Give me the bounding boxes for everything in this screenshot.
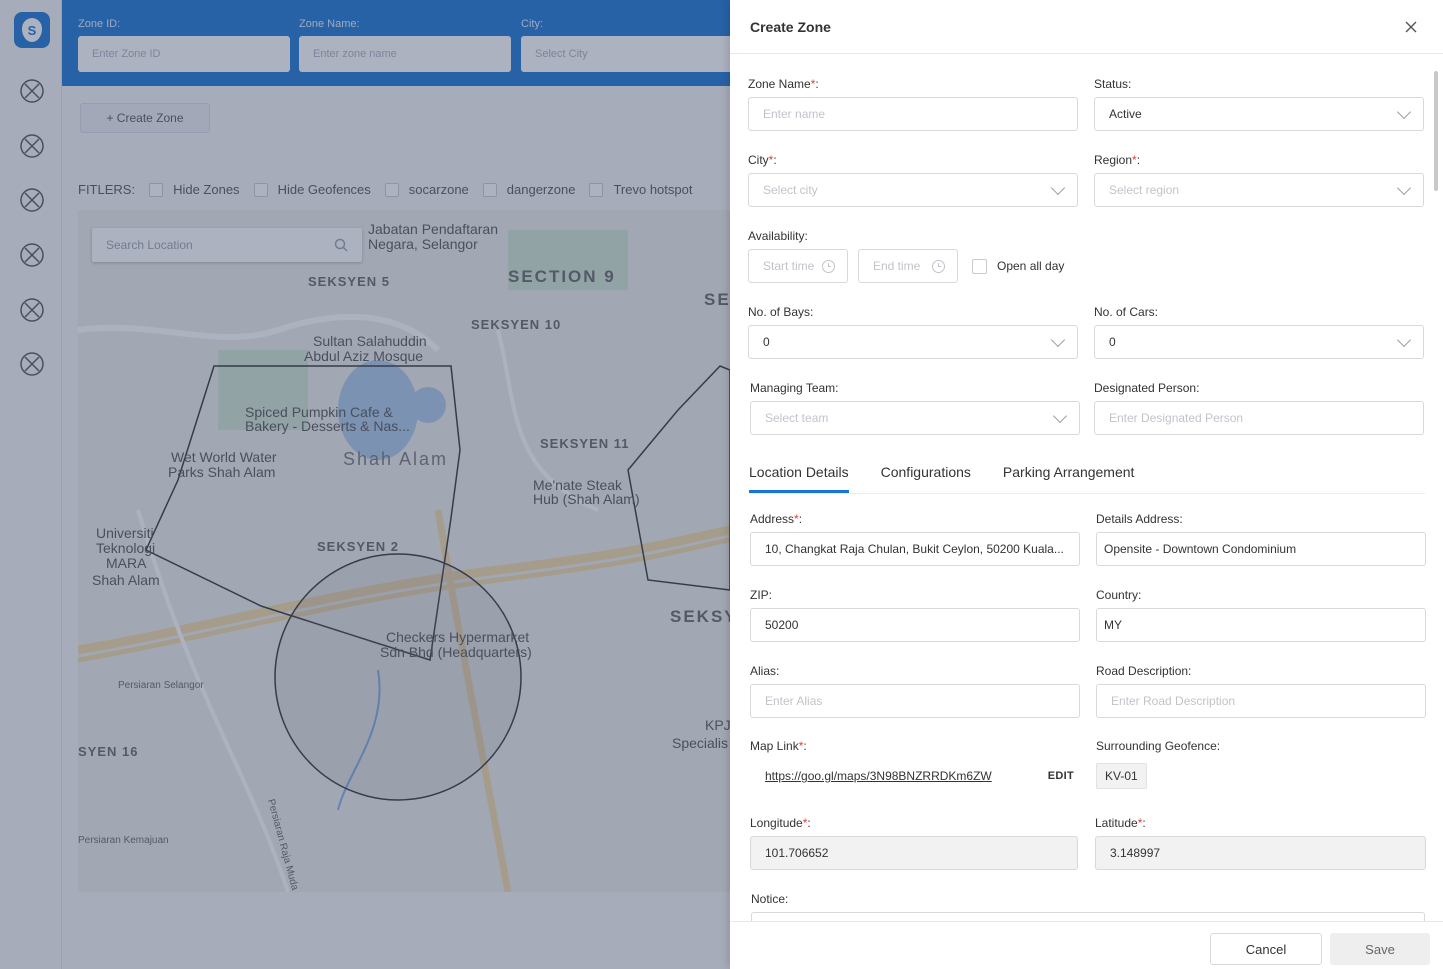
close-icon[interactable] bbox=[1399, 15, 1423, 39]
alias-field: Alias: Enter Alias bbox=[750, 664, 1080, 718]
detail-tabs: Location Details Configurations Parking … bbox=[749, 460, 1425, 494]
status-value: Active bbox=[1109, 107, 1142, 121]
end-time-input[interactable]: End time bbox=[858, 249, 958, 283]
details-address-field: Details Address: Opensite - Downtown Con… bbox=[1096, 512, 1426, 566]
chevron-down-icon bbox=[1050, 180, 1066, 196]
zip-input[interactable]: 50200 bbox=[750, 608, 1080, 642]
road-description-label: Road Description: bbox=[1096, 664, 1192, 678]
address-input[interactable]: 10, Changkat Raja Chulan, Bukit Ceylon, … bbox=[750, 532, 1080, 566]
chevron-down-icon bbox=[1396, 332, 1412, 348]
country-field: Country: MY bbox=[1096, 588, 1426, 642]
surrounding-geofence-field: Surrounding Geofence: KV-01 bbox=[1096, 739, 1426, 793]
zone-name-label: Zone Name*: bbox=[748, 77, 819, 91]
tab-parking-arrangement[interactable]: Parking Arrangement bbox=[1003, 460, 1135, 493]
drawer-body[interactable]: Zone Name*: Enter name Status: Active Ci… bbox=[730, 55, 1443, 921]
city-label: City*: bbox=[748, 153, 777, 167]
edit-map-link-button[interactable]: EDIT bbox=[1048, 770, 1074, 782]
open-all-day-label: Open all day bbox=[997, 259, 1065, 273]
region-field: Region*: Select region bbox=[1094, 153, 1424, 207]
latitude-field: Latitude*: 3.148997 bbox=[1095, 816, 1426, 870]
cars-select[interactable]: 0 bbox=[1094, 325, 1424, 359]
address-field: Address*: 10, Changkat Raja Chulan, Buki… bbox=[750, 512, 1080, 566]
clock-icon bbox=[932, 259, 945, 273]
create-zone-drawer: Create Zone Zone Name*: Enter name Statu… bbox=[730, 0, 1443, 969]
geofence-tag[interactable]: KV-01 bbox=[1096, 763, 1147, 789]
bays-field: No. of Bays: 0 bbox=[748, 305, 1078, 359]
notice-label: Notice: bbox=[751, 892, 789, 906]
availability-label: Availability: bbox=[748, 229, 808, 243]
chevron-down-icon bbox=[1050, 332, 1066, 348]
zip-label: ZIP: bbox=[750, 588, 773, 602]
city-select[interactable]: Select city bbox=[748, 173, 1078, 207]
road-description-field: Road Description: Enter Road Description bbox=[1096, 664, 1426, 718]
chevron-down-icon bbox=[1396, 180, 1412, 196]
bays-label: No. of Bays: bbox=[748, 305, 814, 319]
latitude-label: Latitude*: bbox=[1095, 816, 1146, 830]
drawer-title: Create Zone bbox=[750, 18, 831, 35]
save-button[interactable]: Save bbox=[1330, 933, 1430, 965]
modal-backdrop[interactable] bbox=[0, 0, 730, 969]
drawer-footer: Cancel Save bbox=[730, 921, 1443, 969]
address-label: Address*: bbox=[750, 512, 803, 526]
country-input[interactable]: MY bbox=[1096, 608, 1426, 642]
alias-label: Alias: bbox=[750, 664, 780, 678]
managing-team-field: Managing Team: Select team bbox=[750, 381, 1080, 435]
scrollbar[interactable] bbox=[1434, 71, 1438, 191]
status-select[interactable]: Active bbox=[1094, 97, 1424, 131]
longitude-field: Longitude*: 101.706652 bbox=[750, 816, 1078, 870]
tab-configurations[interactable]: Configurations bbox=[881, 460, 971, 493]
availability-field: Availability: Start time End time Open a… bbox=[748, 229, 1148, 283]
alias-input[interactable]: Enter Alias bbox=[750, 684, 1080, 718]
designated-person-input[interactable]: Enter Designated Person bbox=[1094, 401, 1424, 435]
map-link-field: Map Link*: https://goo.gl/maps/3N98BNZRR… bbox=[750, 739, 1080, 793]
bays-select[interactable]: 0 bbox=[748, 325, 1078, 359]
notice-field: Notice: bbox=[751, 892, 1425, 921]
details-address-input[interactable]: Opensite - Downtown Condominium bbox=[1096, 532, 1426, 566]
chevron-down-icon bbox=[1396, 104, 1412, 120]
city-field: City*: Select city bbox=[748, 153, 1078, 207]
country-label: Country: bbox=[1096, 588, 1142, 602]
status-field: Status: Active bbox=[1094, 77, 1424, 131]
surrounding-geofence-label: Surrounding Geofence: bbox=[1096, 739, 1221, 753]
open-all-day-checkbox[interactable] bbox=[972, 258, 987, 274]
zip-field: ZIP: 50200 bbox=[750, 588, 1080, 642]
notice-textarea[interactable] bbox=[751, 912, 1425, 921]
chevron-down-icon bbox=[1052, 408, 1068, 424]
cars-label: No. of Cars: bbox=[1094, 305, 1159, 319]
details-address-label: Details Address: bbox=[1096, 512, 1183, 526]
zone-name-field: Zone Name*: Enter name bbox=[748, 77, 1078, 131]
longitude-input[interactable]: 101.706652 bbox=[750, 836, 1078, 870]
road-description-input[interactable]: Enter Road Description bbox=[1096, 684, 1426, 718]
longitude-label: Longitude*: bbox=[750, 816, 811, 830]
latitude-input[interactable]: 3.148997 bbox=[1095, 836, 1426, 870]
tab-location-details[interactable]: Location Details bbox=[749, 460, 849, 493]
cars-field: No. of Cars: 0 bbox=[1094, 305, 1424, 359]
drawer-header: Create Zone bbox=[730, 0, 1443, 54]
cancel-button[interactable]: Cancel bbox=[1210, 933, 1322, 965]
region-label: Region*: bbox=[1094, 153, 1141, 167]
region-select[interactable]: Select region bbox=[1094, 173, 1424, 207]
status-label: Status: bbox=[1094, 77, 1132, 91]
designated-person-label: Designated Person: bbox=[1094, 381, 1200, 395]
managing-team-select[interactable]: Select team bbox=[750, 401, 1080, 435]
designated-person-field: Designated Person: Enter Designated Pers… bbox=[1094, 381, 1424, 435]
open-all-day-option[interactable]: Open all day bbox=[972, 258, 1065, 274]
clock-icon bbox=[822, 259, 835, 273]
map-link[interactable]: https://goo.gl/maps/3N98BNZRRDKm6ZW bbox=[765, 769, 992, 783]
managing-team-label: Managing Team: bbox=[750, 381, 839, 395]
map-link-label: Map Link*: bbox=[750, 739, 807, 753]
start-time-input[interactable]: Start time bbox=[748, 249, 848, 283]
zone-name-input[interactable]: Enter name bbox=[748, 97, 1078, 131]
